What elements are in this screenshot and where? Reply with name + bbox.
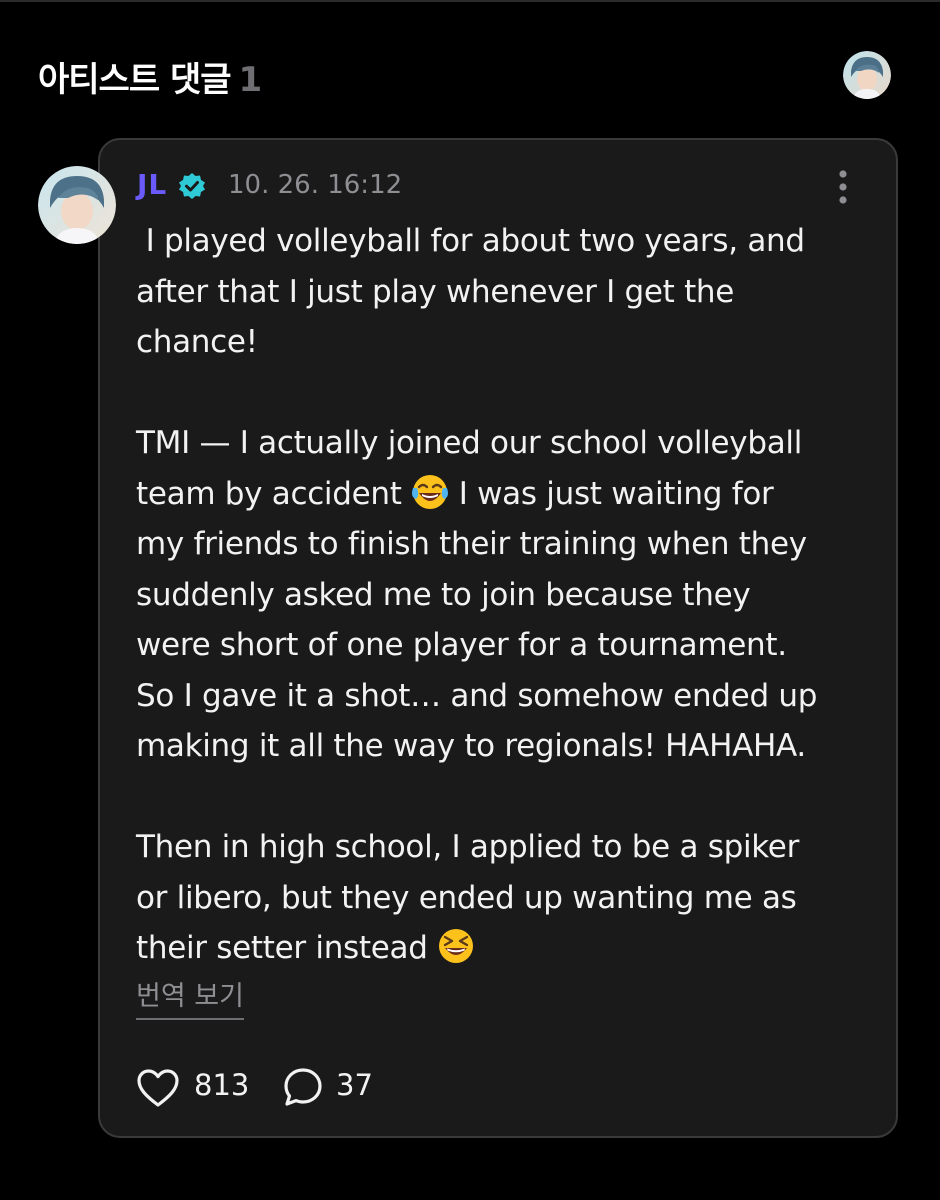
comment-body: I played volleyball for about two years,… — [136, 216, 876, 974]
comment-count: 1 — [238, 60, 263, 100]
section-title-label: 아티스트 댓글 — [38, 60, 232, 100]
like-count: 813 — [194, 1068, 250, 1102]
comment-timestamp: 10. 26. 16:12 — [228, 170, 403, 200]
verified-badge-icon — [178, 172, 206, 200]
artist-comments-screen: 아티스트 댓글 1 JL 10. 26. 16:12 I played voll… — [0, 0, 940, 1200]
top-divider — [0, 0, 940, 2]
author-avatar[interactable] — [38, 166, 116, 244]
author-name[interactable]: JL — [137, 168, 167, 201]
reply-bubble-icon[interactable] — [282, 1066, 324, 1108]
comment-paragraph-3: I was just waiting for my friends to fin… — [136, 475, 818, 765]
grinning-squinting-emoji — [439, 929, 474, 963]
section-title: 아티스트 댓글 1 — [38, 52, 263, 101]
user-avatar-icon[interactable] — [843, 51, 891, 99]
tears-of-joy-emoji — [412, 474, 449, 509]
more-vertical-icon[interactable] — [828, 168, 858, 208]
reply-count: 37 — [336, 1068, 373, 1102]
translate-link[interactable]: 번역 보기 — [136, 980, 244, 1020]
heart-icon[interactable] — [136, 1068, 180, 1108]
comment-paragraph-1: I played volleyball for about two years,… — [136, 223, 805, 360]
